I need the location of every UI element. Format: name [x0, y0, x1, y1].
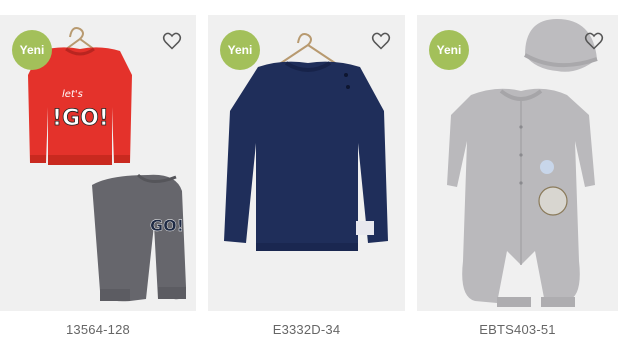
heart-icon[interactable] — [371, 31, 391, 51]
heart-icon[interactable] — [162, 31, 182, 51]
heart-icon[interactable] — [584, 31, 604, 51]
product-code[interactable]: 13564-128 — [0, 322, 196, 337]
print-lets: let's — [62, 89, 83, 100]
new-badge: Yeni — [429, 30, 469, 70]
print-go: !GO! — [52, 106, 109, 131]
product-card[interactable]: Yeni — [208, 15, 405, 311]
hanger-icon — [277, 33, 339, 66]
product-card[interactable]: let's !GO! GO! Yeni — [0, 15, 196, 311]
product-code[interactable]: EBTS403-51 — [417, 322, 618, 337]
product-card[interactable]: Yeni — [417, 15, 618, 311]
product-code[interactable]: E3332D-34 — [208, 322, 405, 337]
new-badge: Yeni — [12, 30, 52, 70]
new-badge: Yeni — [220, 30, 260, 70]
print-go-pants: GO! — [150, 216, 184, 235]
